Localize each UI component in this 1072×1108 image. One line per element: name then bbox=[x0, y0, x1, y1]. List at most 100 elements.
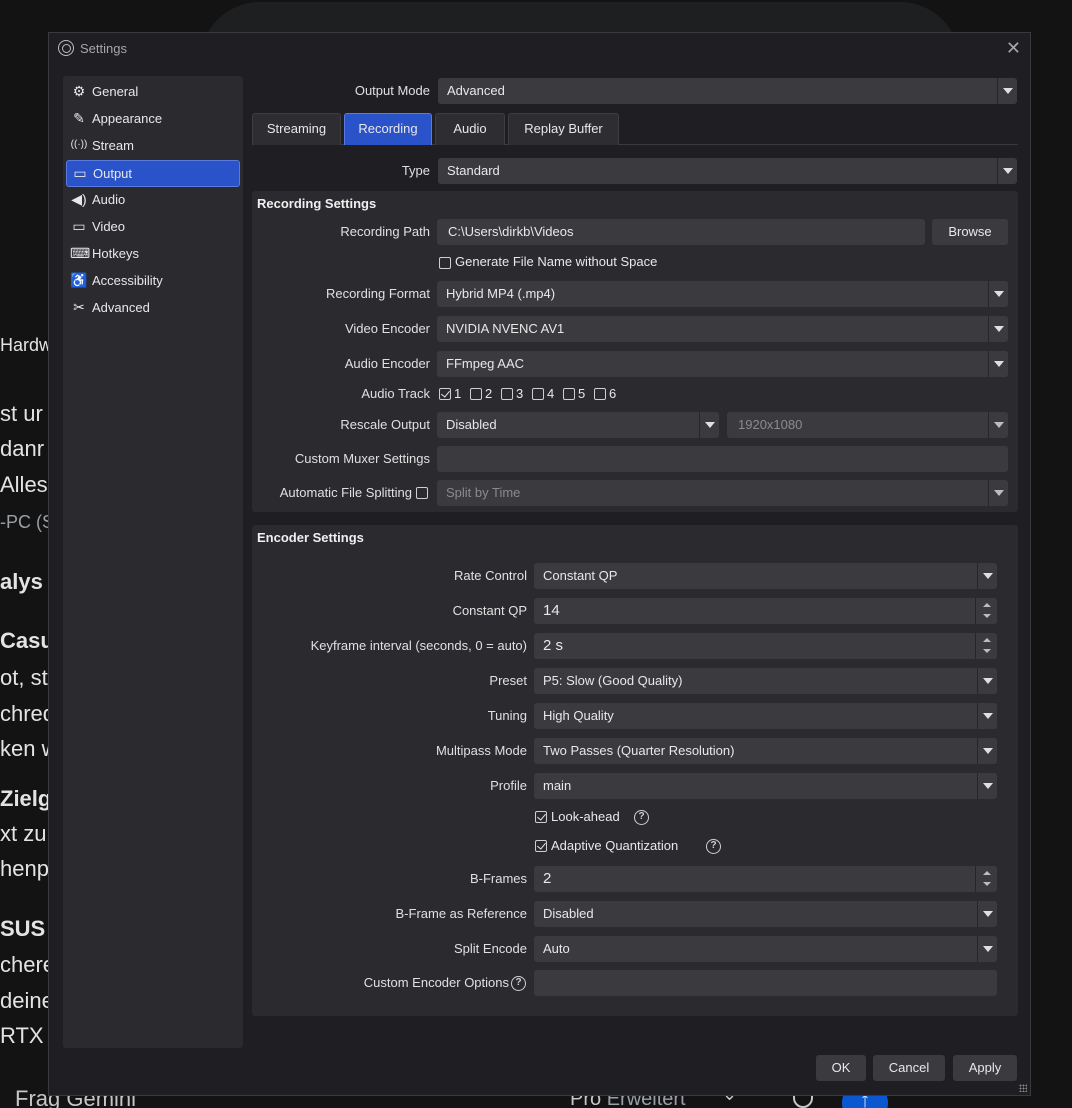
spin-down-icon[interactable] bbox=[983, 614, 991, 618]
chevron-down-icon bbox=[977, 936, 997, 962]
sidebar-item-accessibility[interactable]: ♿ Accessibility bbox=[66, 268, 240, 295]
multipass-mode-label: Multipass Mode bbox=[435, 743, 527, 758]
tuning-select[interactable]: High Quality bbox=[534, 703, 997, 729]
spin-up-icon[interactable] bbox=[983, 871, 991, 875]
chevron-down-icon bbox=[977, 563, 997, 589]
sidebar-item-advanced[interactable]: ✂ Advanced bbox=[66, 295, 240, 322]
audio-track-3-checkbox[interactable] bbox=[501, 388, 513, 400]
spin-buttons[interactable] bbox=[975, 866, 997, 892]
rescale-output-select[interactable]: Disabled bbox=[437, 412, 719, 438]
no-space-checkbox[interactable] bbox=[439, 257, 451, 269]
cancel-button[interactable]: Cancel bbox=[873, 1055, 945, 1081]
output-mode-label: Output Mode bbox=[354, 83, 430, 98]
adaptive-quantization-label: Adaptive Quantization bbox=[551, 838, 679, 853]
spin-up-icon[interactable] bbox=[983, 603, 991, 607]
settings-dialog: Settings ✕ ⚙ General ✎ Appearance ((·)) … bbox=[48, 32, 1031, 1096]
antenna-icon: ((·)) bbox=[70, 139, 88, 150]
custom-muxer-input[interactable] bbox=[437, 446, 1008, 472]
adaptive-quantization-checkbox[interactable] bbox=[535, 840, 547, 852]
audio-track-2-checkbox[interactable] bbox=[470, 388, 482, 400]
chevron-down-icon bbox=[988, 351, 1008, 377]
output-mode-select[interactable]: Advanced bbox=[438, 78, 1017, 104]
sidebar-item-audio[interactable]: ◀) Audio bbox=[66, 187, 240, 214]
ok-button[interactable]: OK bbox=[816, 1055, 866, 1081]
sidebar-item-stream[interactable]: ((·)) Stream bbox=[66, 133, 240, 160]
sidebar-item-label: Advanced bbox=[92, 300, 150, 315]
background-text-line: Zielg bbox=[0, 786, 52, 811]
sidebar-item-appearance[interactable]: ✎ Appearance bbox=[66, 106, 240, 133]
rescale-resolution-select[interactable]: 1920x1080 bbox=[727, 412, 1008, 438]
recording-format-label: Recording Format bbox=[325, 286, 430, 301]
look-ahead-checkbox[interactable] bbox=[535, 811, 547, 823]
sidebar-item-hotkeys[interactable]: ⌨ Hotkeys bbox=[66, 241, 240, 268]
sidebar-item-output[interactable]: ▭ Output bbox=[66, 160, 240, 187]
audio-track-5-label: 5 bbox=[578, 386, 586, 401]
help-icon[interactable]: ? bbox=[511, 976, 526, 991]
auto-file-splitting-checkbox[interactable] bbox=[416, 487, 428, 499]
constant-qp-spinbox[interactable]: 14 bbox=[534, 598, 997, 624]
multipass-mode-select[interactable]: Two Passes (Quarter Resolution) bbox=[534, 738, 997, 764]
chevron-down-icon bbox=[988, 316, 1008, 342]
audio-track-1-checkbox[interactable] bbox=[439, 388, 451, 400]
video-encoder-select[interactable]: NVIDIA NVENC AV1 bbox=[437, 316, 1008, 342]
background-text-line: xt zur bbox=[0, 821, 54, 846]
custom-encoder-options-input[interactable] bbox=[534, 970, 997, 996]
obs-logo-icon bbox=[58, 40, 74, 56]
split-encode-select[interactable]: Auto bbox=[534, 936, 997, 962]
recording-format-select[interactable]: Hybrid MP4 (.mp4) bbox=[437, 281, 1008, 307]
audio-encoder-select[interactable]: FFmpeg AAC bbox=[437, 351, 1008, 377]
sidebar-item-label: Appearance bbox=[92, 111, 163, 126]
audio-track-3-label: 3 bbox=[516, 386, 524, 401]
sidebar-item-video[interactable]: ▭ Video bbox=[66, 214, 240, 241]
b-frame-reference-select[interactable]: Disabled bbox=[534, 901, 997, 927]
resize-grip-icon[interactable] bbox=[1019, 1084, 1027, 1092]
profile-select[interactable]: main bbox=[534, 773, 997, 799]
audio-track-4-checkbox[interactable] bbox=[532, 388, 544, 400]
help-icon[interactable]: ? bbox=[706, 839, 721, 854]
output-mode-value: Advanced bbox=[447, 83, 505, 98]
close-icon[interactable]: ✕ bbox=[1006, 38, 1021, 59]
browse-button[interactable]: Browse bbox=[932, 219, 1008, 245]
tab-recording[interactable]: Recording bbox=[344, 113, 432, 145]
rate-control-select[interactable]: Constant QP bbox=[534, 563, 997, 589]
spin-buttons[interactable] bbox=[975, 598, 997, 624]
title-bar: Settings ✕ bbox=[49, 33, 1030, 63]
background-text-line: st ur bbox=[0, 401, 43, 426]
chevron-down-icon bbox=[977, 703, 997, 729]
custom-encoder-options-label: Custom Encoder Options bbox=[363, 975, 509, 990]
sidebar-item-label: Accessibility bbox=[92, 273, 163, 288]
recording-path-input[interactable]: C:\Users\dirkb\Videos bbox=[437, 219, 925, 245]
monitor-icon: ▭ bbox=[72, 218, 86, 234]
chevron-down-icon bbox=[977, 901, 997, 927]
tuning-value: High Quality bbox=[543, 708, 614, 723]
sidebar-item-label: General bbox=[92, 84, 139, 99]
type-value: Standard bbox=[447, 163, 500, 178]
custom-muxer-label: Custom Muxer Settings bbox=[294, 451, 430, 466]
split-mode-select[interactable]: Split by Time bbox=[437, 480, 1008, 506]
keyframe-interval-spinbox[interactable]: 2 s bbox=[534, 633, 997, 659]
keyboard-icon: ⌨ bbox=[70, 245, 91, 261]
audio-track-1-label: 1 bbox=[454, 386, 462, 401]
tab-streaming[interactable]: Streaming bbox=[252, 113, 341, 145]
tab-replay-buffer[interactable]: Replay Buffer bbox=[508, 113, 619, 145]
constant-qp-label: Constant QP bbox=[452, 603, 527, 618]
spin-buttons[interactable] bbox=[975, 633, 997, 659]
output-settings-panel: Output Mode Advanced Streaming Recording… bbox=[252, 76, 1018, 1048]
b-frames-spinbox[interactable]: 2 bbox=[534, 866, 997, 892]
spin-up-icon[interactable] bbox=[983, 638, 991, 642]
chevron-down-icon bbox=[997, 78, 1017, 104]
audio-track-6-checkbox[interactable] bbox=[594, 388, 606, 400]
sidebar-item-general[interactable]: ⚙ General bbox=[66, 79, 240, 106]
background-text-line: chere bbox=[0, 952, 56, 977]
type-select[interactable]: Standard bbox=[438, 158, 1017, 184]
multipass-mode-value: Two Passes (Quarter Resolution) bbox=[543, 743, 735, 758]
spin-down-icon[interactable] bbox=[983, 882, 991, 886]
audio-track-5-checkbox[interactable] bbox=[563, 388, 575, 400]
spin-down-icon[interactable] bbox=[983, 649, 991, 653]
help-icon[interactable]: ? bbox=[634, 810, 649, 825]
profile-label: Profile bbox=[490, 778, 527, 793]
settings-sidebar: ⚙ General ✎ Appearance ((·)) Stream ▭ Ou… bbox=[63, 76, 243, 1048]
preset-select[interactable]: P5: Slow (Good Quality) bbox=[534, 668, 997, 694]
apply-button[interactable]: Apply bbox=[953, 1055, 1017, 1081]
tab-audio[interactable]: Audio bbox=[435, 113, 505, 145]
